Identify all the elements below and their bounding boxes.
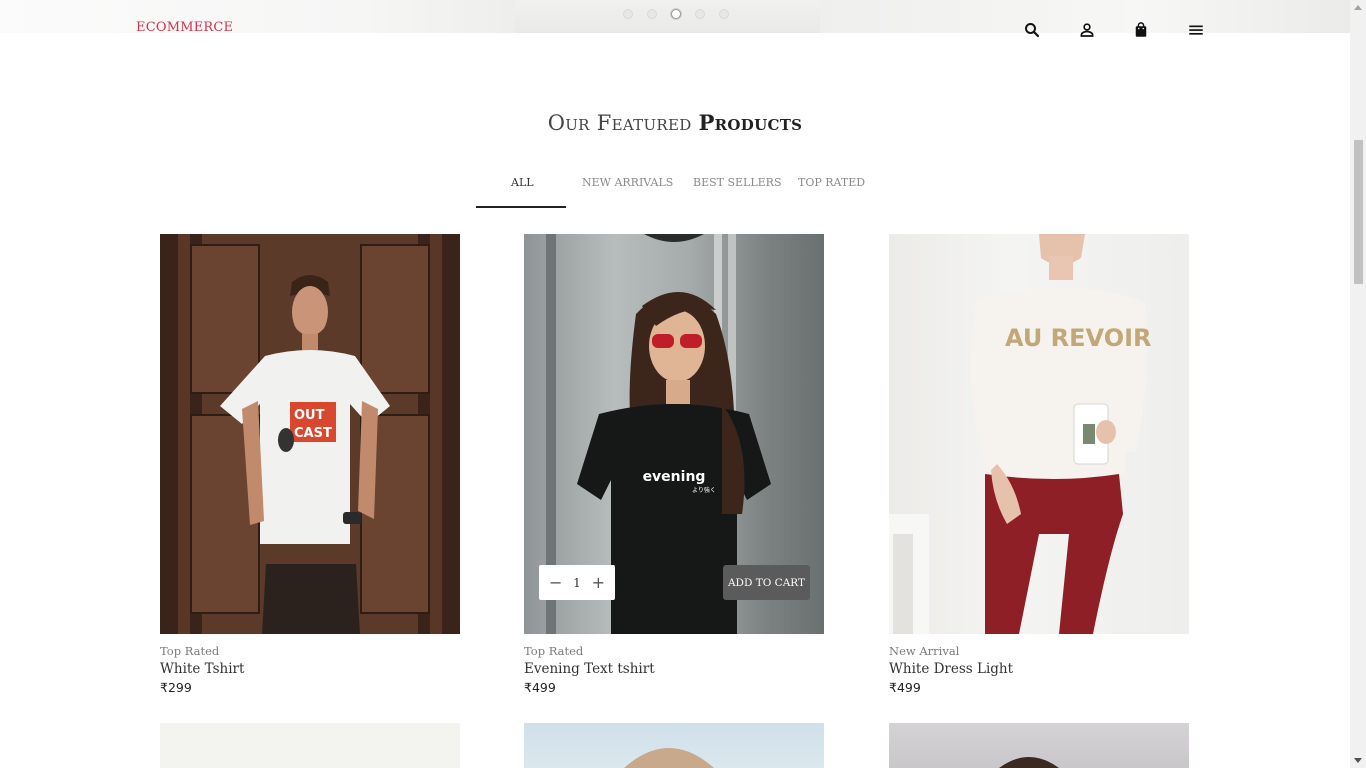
product-card[interactable]: evening より強く − 1 + ADD TO CART Top Rated… [524, 234, 824, 695]
shirt-print-text: OUT [294, 408, 325, 423]
scroll-up-arrow-icon[interactable] [1354, 5, 1362, 10]
site-logo[interactable]: ECOMMERCE [136, 20, 233, 35]
product-category: Top Rated [160, 644, 220, 658]
svg-text:より強く: より強く [692, 486, 716, 494]
product-name[interactable]: White Dress Light [889, 661, 1189, 680]
add-to-cart-button[interactable]: ADD TO CART [723, 565, 810, 600]
product-image[interactable]: evening より強く − 1 + ADD TO CART [524, 234, 824, 634]
product-image[interactable] [889, 723, 1189, 768]
shirt-print-text: AU REVOIR [1005, 324, 1152, 352]
product-image[interactable] [524, 723, 824, 768]
menu-icon[interactable] [1186, 20, 1206, 40]
scrollbar-thumb[interactable] [1354, 140, 1363, 284]
product-image[interactable]: AU REVOIR [889, 234, 1189, 634]
section-title-light: Our Featured [547, 111, 692, 135]
section-title: Our Featured Products [0, 110, 1350, 135]
tab-all[interactable]: ALL [511, 176, 534, 189]
section-title-bold: Products [698, 110, 803, 135]
user-icon[interactable] [1077, 20, 1097, 40]
svg-text:CAST: CAST [294, 426, 332, 441]
product-filter-tabs: ALL NEW ARRIVALS BEST SELLERS TOP RATED [0, 176, 1350, 210]
site-header: ECOMMERCE [0, 0, 1350, 60]
active-tab-indicator [476, 206, 566, 208]
product-image[interactable]: OUT CAST [160, 234, 460, 634]
product-name[interactable]: Evening Text tshirt [524, 661, 824, 680]
quantity-decrease-button[interactable]: − [549, 574, 562, 591]
search-icon[interactable] [1022, 20, 1042, 40]
bag-icon[interactable] [1131, 20, 1151, 40]
product-image[interactable] [160, 723, 460, 768]
tab-best-sellers[interactable]: BEST SELLERS [693, 176, 782, 189]
quantity-stepper[interactable]: − 1 + [539, 565, 615, 600]
product-category: Top Rated [524, 644, 584, 658]
quantity-increase-button[interactable]: + [592, 574, 605, 591]
scroll-down-arrow-icon[interactable] [1354, 758, 1362, 763]
quantity-value[interactable]: 1 [573, 576, 581, 590]
product-price: ₹499 [889, 680, 921, 695]
product-name[interactable]: White Tshirt [160, 661, 460, 680]
tab-top-rated[interactable]: TOP RATED [798, 176, 865, 189]
product-card[interactable]: OUT CAST Top Rated White Tshirt ₹299 [160, 234, 460, 695]
product-price: ₹499 [524, 680, 556, 695]
page-scrollbar[interactable] [1350, 0, 1366, 768]
product-category: New Arrival [889, 644, 960, 658]
product-card[interactable]: AU REVOIR New Arrival White Dress Light … [889, 234, 1189, 695]
shirt-print-text: evening [643, 469, 706, 485]
product-price: ₹299 [160, 680, 192, 695]
tab-new-arrivals[interactable]: NEW ARRIVALS [582, 176, 673, 189]
